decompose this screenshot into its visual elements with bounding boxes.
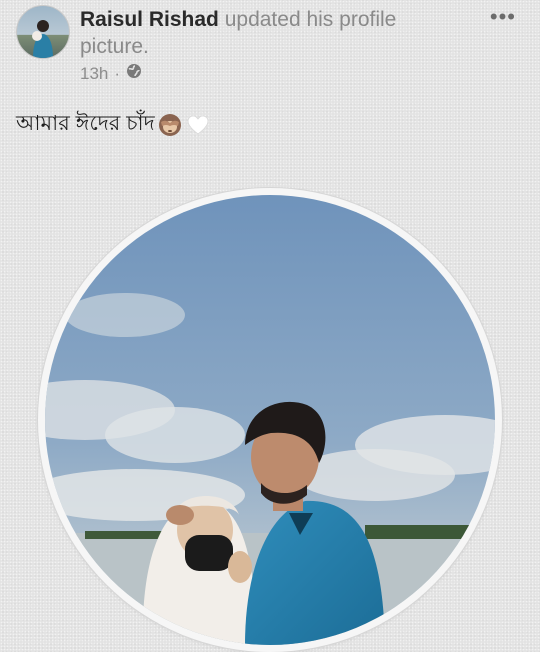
post-header: Raisul Rishad updated his profile pictur… <box>80 6 460 60</box>
white-heart-icon <box>185 112 211 138</box>
profile-picture[interactable] <box>45 195 495 645</box>
author-avatar[interactable] <box>16 5 70 59</box>
profile-picture-post: Raisul Rishad updated his profile pictur… <box>0 0 540 652</box>
globe-icon[interactable] <box>126 63 142 84</box>
see-no-evil-monkey-icon <box>157 112 183 138</box>
caption-text: আমার ঈদের চাঁদ <box>16 112 155 135</box>
more-options-icon[interactable]: ••• <box>490 4 516 30</box>
post-caption: আমার ঈদের চাঁদ <box>16 107 211 142</box>
post-timestamp[interactable]: 13h <box>80 64 108 84</box>
meta-separator: · <box>114 63 121 83</box>
post-meta: 13h · <box>80 63 142 84</box>
author-name[interactable]: Raisul Rishad <box>80 8 219 31</box>
